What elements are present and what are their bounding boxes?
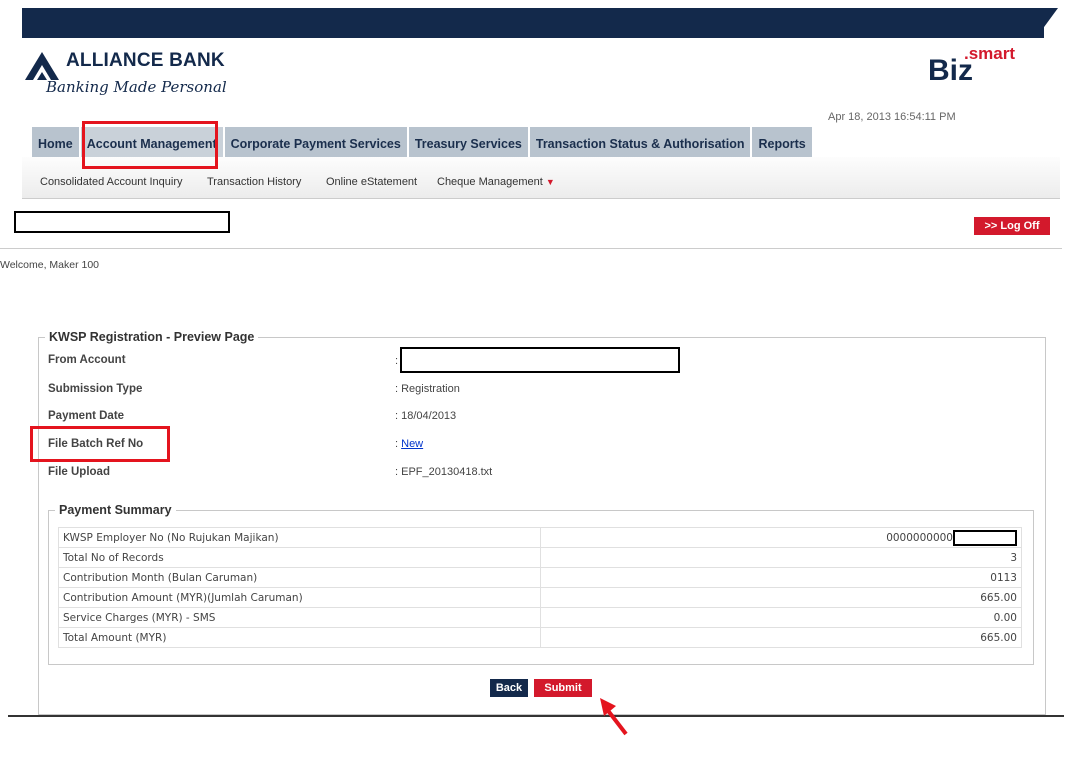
subnav-cheque-management-label: Cheque Management (437, 176, 543, 188)
summary-label: Contribution Month (Bulan Caruman) (58, 567, 541, 588)
chevron-down-icon: ▼ (545, 177, 555, 187)
arrow-pointer-icon (600, 698, 628, 736)
subnav-consolidated-account-inquiry[interactable]: Consolidated Account Inquiry (40, 176, 182, 188)
bizsmart-logo: Biz .smart (928, 44, 1038, 92)
subnav-online-estatement[interactable]: Online eStatement (326, 176, 417, 188)
field-label-file-upload: File Upload (48, 466, 110, 478)
tab-reports[interactable]: Reports (752, 127, 814, 157)
submit-button[interactable]: Submit (534, 679, 592, 697)
alliance-bank-logo-icon (25, 52, 59, 80)
table-row: Contribution Amount (MYR)(Jumlah Caruman… (58, 587, 1022, 608)
bank-tagline: Banking Made Personal (46, 78, 227, 96)
redacted-employer-no (953, 529, 1017, 546)
summary-value: 0000000000 (540, 527, 1022, 548)
subnav-cheque-management[interactable]: Cheque Management ▼ (437, 176, 555, 188)
field-value-from-account: : (395, 355, 399, 367)
bizsmart-logo-small: .smart (964, 44, 1016, 63)
tab-home[interactable]: Home (32, 127, 81, 157)
payment-summary-table: KWSP Employer No (No Rujukan Majikan) 000… (58, 527, 1022, 648)
field-label-submission-type: Submission Type (48, 383, 143, 395)
top-banner-slant (1036, 8, 1058, 38)
field-label-from-account: From Account (48, 354, 126, 366)
summary-label: Contribution Amount (MYR)(Jumlah Caruman… (58, 587, 541, 608)
summary-value: 3 (540, 547, 1022, 568)
welcome-message: Welcome, Maker 100 (0, 259, 100, 271)
summary-label: KWSP Employer No (No Rujukan Majikan) (58, 527, 541, 548)
summary-label: Service Charges (MYR) - SMS (58, 607, 541, 628)
bank-name: ALLIANCE BANK (66, 50, 225, 71)
table-row: Contribution Month (Bulan Caruman) 0113 (58, 567, 1022, 588)
tab-corporate-payment-services[interactable]: Corporate Payment Services (224, 127, 409, 157)
field-label-payment-date: Payment Date (48, 410, 125, 422)
header-divider (0, 248, 1062, 249)
table-row: Total Amount (MYR) 665.00 (58, 627, 1022, 648)
bottom-divider (8, 715, 1064, 717)
subnav-transaction-history[interactable]: Transaction History (207, 176, 301, 188)
redacted-company-name (14, 211, 230, 233)
field-value-payment-date: : 18/04/2013 (395, 410, 457, 422)
table-row: KWSP Employer No (No Rujukan Majikan) 000… (58, 527, 1022, 548)
file-batch-ref-new-link[interactable]: New (401, 438, 423, 450)
session-timestamp: Apr 18, 2013 16:54:11 PM (828, 111, 956, 123)
preview-panel-title: KWSP Registration - Preview Page (49, 330, 255, 344)
highlight-account-management (82, 121, 218, 169)
table-row: Total No of Records 3 (58, 547, 1022, 568)
tab-transaction-status-authorisation[interactable]: Transaction Status & Authorisation (529, 127, 753, 157)
tab-treasury-services[interactable]: Treasury Services (408, 127, 530, 157)
field-value-file-upload: : EPF_20130418.txt (395, 466, 493, 478)
summary-value: 0113 (540, 567, 1022, 588)
summary-label: Total No of Records (58, 547, 541, 568)
summary-value: 665.00 (540, 627, 1022, 648)
summary-value-text: 0000000000 (886, 531, 953, 544)
redacted-account-number (400, 347, 680, 373)
summary-value: 665.00 (540, 587, 1022, 608)
field-value-file-batch-ref-no: : New (395, 438, 423, 450)
back-button[interactable]: Back (490, 679, 528, 697)
table-row: Service Charges (MYR) - SMS 0.00 (58, 607, 1022, 628)
summary-value: 0.00 (540, 607, 1022, 628)
highlight-file-batch-ref-no (30, 426, 170, 462)
top-banner-bar (22, 8, 1044, 38)
field-value-submission-type: : Registration (395, 383, 460, 395)
log-off-button[interactable]: >> Log Off (974, 217, 1050, 235)
summary-label: Total Amount (MYR) (58, 627, 541, 648)
payment-summary-title: Payment Summary (59, 503, 172, 517)
